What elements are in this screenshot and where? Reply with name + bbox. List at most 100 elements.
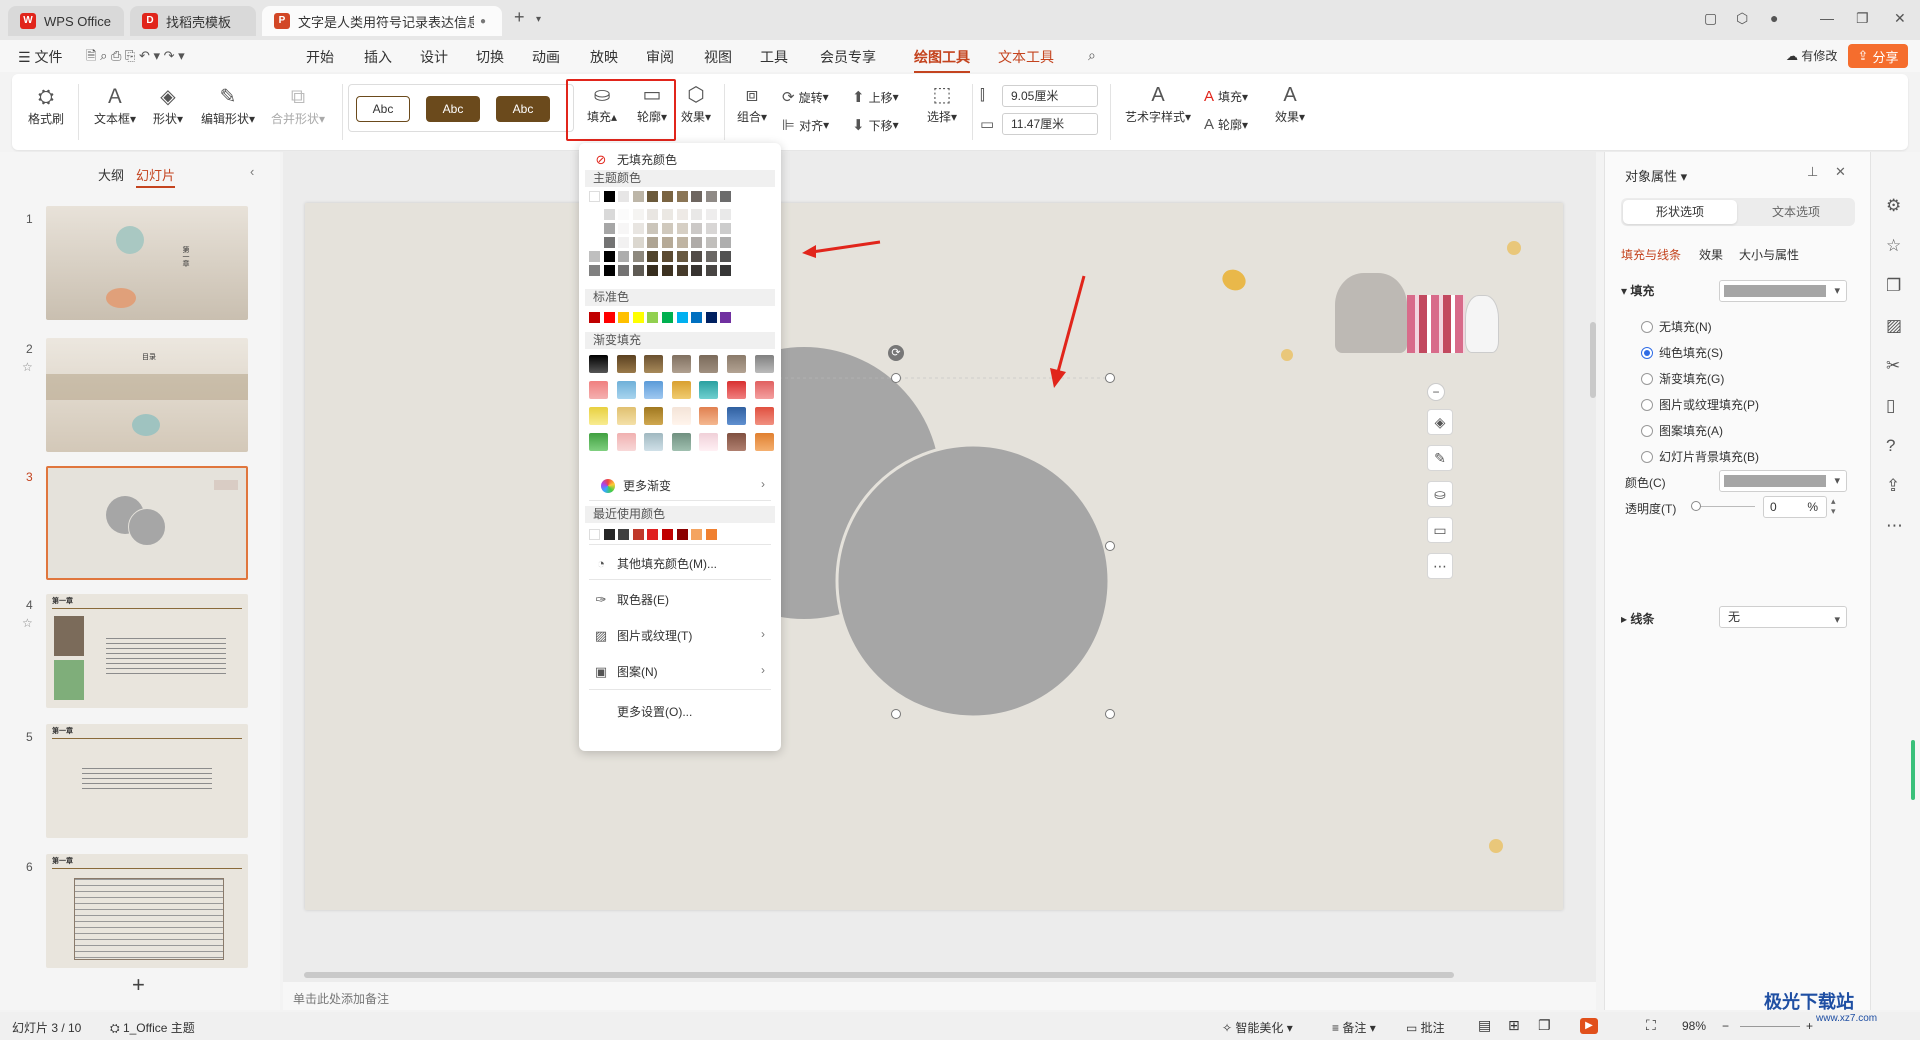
menu-start[interactable]: 开始 (306, 47, 334, 67)
theme-shade-swatch[interactable] (676, 251, 688, 262)
fill-bucket-icon[interactable]: ⛀ (1427, 481, 1453, 507)
theme-shade-swatch[interactable] (676, 209, 688, 220)
theme-shade-swatch[interactable] (589, 209, 600, 220)
copy-icon[interactable]: ❐ (1886, 276, 1901, 296)
theme-shade-swatch[interactable] (662, 223, 673, 234)
resize-handle[interactable] (891, 373, 901, 383)
standard-color-swatch[interactable] (720, 312, 732, 323)
theme-status[interactable]: ⛭ 1_Office 主题 (110, 1019, 195, 1036)
recent-color-swatch[interactable] (603, 529, 615, 540)
fit-window-icon[interactable]: ⛶ (1646, 1017, 1656, 1034)
radio-solid-fill[interactable]: 纯色填充(S) (1641, 344, 1723, 361)
menu-member[interactable]: 会员专享 (820, 47, 876, 67)
line-dropdown[interactable]: 无 ▾ (1719, 606, 1847, 628)
theme-color-swatch[interactable] (647, 191, 659, 202)
standard-color-swatch[interactable] (662, 312, 673, 323)
theme-shade-swatch[interactable] (676, 237, 688, 248)
theme-shade-swatch[interactable] (632, 209, 644, 220)
horizontal-scroll-thumb[interactable] (304, 972, 1454, 978)
resize-handle[interactable] (1105, 373, 1115, 383)
radio-no-fill[interactable]: 无填充(N) (1641, 318, 1712, 335)
modified-status[interactable]: ☁ 有修改 (1786, 47, 1837, 64)
format-painter-button[interactable]: ⛭ 格式刷 (26, 84, 66, 127)
radio-button[interactable] (1641, 450, 1653, 463)
vertical-scroll-thumb[interactable] (1590, 322, 1596, 398)
theme-shade-swatch[interactable] (662, 265, 673, 276)
textbox-button[interactable]: Ａ 文本框▾ (90, 84, 140, 127)
gradient-swatch[interactable] (616, 355, 636, 373)
outline-icon[interactable]: ▭ (1427, 517, 1453, 543)
search-icon[interactable]: ⌕ (1088, 47, 1096, 64)
color-dropdown[interactable]: ▾ (1719, 470, 1847, 492)
radio-gradient-fill[interactable]: 渐变填充(G) (1641, 370, 1724, 387)
share-button[interactable]: ⇪ 分享 (1848, 44, 1908, 68)
move-up-button[interactable]: ⬆ 上移 ▾ (852, 88, 899, 106)
tab-outline[interactable]: 大纲 (98, 165, 124, 184)
gradient-swatch[interactable] (589, 355, 608, 373)
star-icon[interactable]: ☆ (22, 360, 33, 374)
horizontal-scrollbar[interactable] (292, 972, 1582, 978)
theme-color-swatch[interactable] (705, 191, 717, 202)
close-icon[interactable]: ✕ (1894, 10, 1906, 27)
recent-color-swatch[interactable] (705, 529, 717, 540)
theme-shade-swatch[interactable] (647, 237, 659, 248)
radio-picture-fill[interactable]: 图片或纹理填充(P) (1641, 396, 1759, 413)
line-section-toggle[interactable]: ▸ 线条 (1621, 610, 1654, 627)
more-icon[interactable]: ⋯ (1886, 516, 1903, 536)
menu-design[interactable]: 设计 (420, 47, 448, 67)
resize-handle[interactable] (1105, 709, 1115, 719)
theme-shade-swatch[interactable] (603, 237, 615, 248)
cube-icon[interactable]: ⬡ (1736, 10, 1748, 27)
theme-shade-swatch[interactable] (676, 223, 688, 234)
star-icon[interactable]: ☆ (22, 616, 33, 630)
gradient-swatch[interactable] (644, 407, 664, 425)
gradient-swatch[interactable] (754, 355, 774, 373)
image-icon[interactable]: ▨ (1886, 316, 1902, 336)
theme-shade-swatch[interactable] (647, 223, 659, 234)
menu-insert[interactable]: 插入 (364, 47, 392, 67)
recent-color-swatch[interactable] (662, 529, 673, 540)
move-down-button[interactable]: ⬇ 下移 ▾ (852, 116, 899, 134)
slide-thumbnail-5[interactable]: 第一章 (46, 724, 248, 838)
theme-shade-swatch[interactable] (720, 237, 732, 248)
theme-shade-swatch[interactable] (647, 209, 659, 220)
fill-color-dropdown[interactable]: ▾ (1719, 280, 1847, 302)
theme-shade-swatch[interactable] (691, 209, 703, 220)
gradient-swatch[interactable] (671, 355, 691, 373)
theme-shade-swatch[interactable] (632, 237, 644, 248)
radio-button[interactable] (1641, 372, 1653, 385)
gradient-swatch[interactable] (644, 433, 664, 451)
eyedropper-option[interactable]: ✑ 取色器(E) (593, 591, 669, 608)
collapse-toolbar-icon[interactable]: − (1427, 383, 1445, 401)
properties-icon[interactable]: ⚙ (1886, 196, 1901, 216)
tab-slides[interactable]: 幻灯片 (136, 165, 176, 188)
theme-color-swatch[interactable] (589, 191, 600, 202)
standard-color-swatch[interactable] (589, 312, 600, 323)
gradient-swatch[interactable] (699, 381, 719, 399)
theme-shade-swatch[interactable] (691, 223, 703, 234)
window-layout-icon[interactable]: ▢ (1704, 10, 1717, 27)
gradient-swatch[interactable] (727, 433, 746, 451)
pattern-option[interactable]: ▣ 图案(N) (593, 663, 658, 680)
transparency-slider-thumb[interactable] (1691, 501, 1701, 511)
gradient-swatch[interactable] (671, 381, 691, 399)
resize-handle[interactable] (891, 709, 901, 719)
recent-color-swatch[interactable] (691, 529, 703, 540)
group-button[interactable]: ⧈ 组合▾ (730, 82, 774, 125)
theme-shade-swatch[interactable] (632, 223, 644, 234)
standard-color-swatch[interactable] (618, 312, 630, 323)
theme-shade-swatch[interactable] (705, 209, 717, 220)
gradient-swatch[interactable] (699, 407, 719, 425)
theme-shade-swatch[interactable] (618, 209, 630, 220)
theme-color-swatch[interactable] (603, 191, 615, 202)
star-icon[interactable]: ☆ (1886, 236, 1901, 256)
theme-shade-swatch[interactable] (618, 237, 630, 248)
theme-shade-swatch[interactable] (632, 251, 644, 262)
tab-size-properties[interactable]: 大小与属性 (1739, 246, 1799, 263)
gradient-swatch[interactable] (616, 407, 636, 425)
reading-view-icon[interactable]: ❐ (1538, 1017, 1551, 1034)
more-settings-option[interactable]: 更多设置(O)... (617, 703, 692, 720)
theme-shade-swatch[interactable] (589, 251, 600, 262)
radio-pattern-fill[interactable]: 图案填充(A) (1641, 422, 1723, 439)
transparency-slider[interactable] (1701, 506, 1755, 507)
